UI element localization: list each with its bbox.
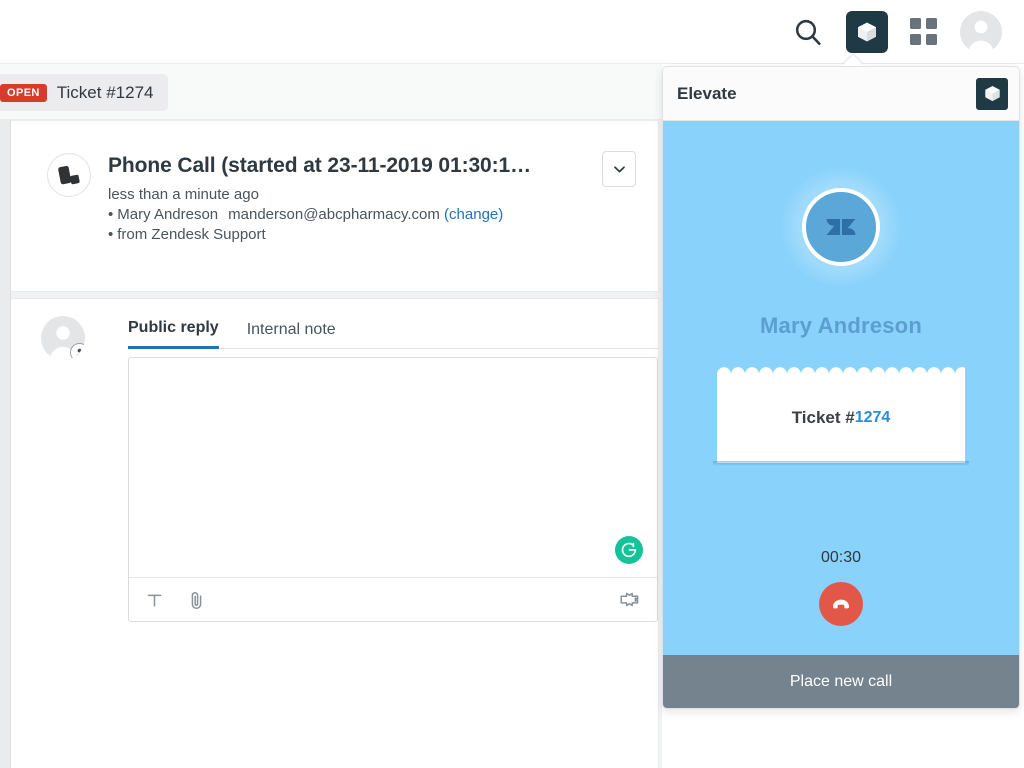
reply-tabs: Public reply Internal note [128, 319, 658, 349]
requester-name: Mary Andreson [117, 206, 219, 224]
ticket-card-label: Ticket # [791, 408, 855, 427]
chevron-down-icon[interactable] [602, 151, 636, 187]
grid-cell [926, 33, 937, 45]
grammarly-icon[interactable] [615, 536, 643, 564]
reply-editor[interactable] [128, 357, 658, 622]
grid-cell [926, 17, 937, 29]
app-root: OPEN Ticket #1274 Phone Call (started at… [0, 0, 1024, 768]
grid-apps-icon[interactable] [910, 17, 938, 46]
place-new-call-label: Place new call [789, 673, 893, 690]
caller-avatar-glow [779, 165, 903, 289]
left-sidebar-strip [0, 120, 11, 768]
channel-text: from Zendesk Support [117, 226, 266, 244]
main-content: Phone Call (started at 23-11-2019 01:30:… [11, 120, 662, 768]
agent-badge-icon [70, 343, 85, 360]
place-new-call-button[interactable]: Place new call [663, 655, 1019, 708]
user-avatar-icon[interactable] [960, 10, 1002, 53]
call-event-requester-line: • Mary Andreson manderson@abcpharmacy.com … [108, 206, 658, 223]
panel-header: Elevate [663, 67, 1019, 121]
call-event-body: Phone Call (started at 23-11-2019 01:30:… [108, 153, 658, 243]
caller-name: Mary Andreson [760, 313, 922, 338]
call-event-title: Phone Call (started at 23-11-2019 01:30:… [108, 154, 531, 177]
zendesk-logo-icon [802, 188, 880, 266]
grid-cell [910, 33, 921, 45]
paperclip-icon[interactable] [188, 591, 205, 610]
ticket-tab[interactable]: OPEN Ticket #1274 [0, 74, 168, 111]
tab-public-reply[interactable]: Public reply [128, 319, 219, 349]
text-format-icon[interactable] [146, 592, 163, 609]
ticket-tab-label: Ticket #1274 [56, 82, 154, 102]
editor-toolbar [129, 577, 657, 622]
bullet-glyph: • [108, 226, 114, 244]
ticket-card-wrap: Ticket #1274 [713, 365, 969, 466]
top-header-bar [0, 0, 1024, 64]
requester-email: manderson@abcpharmacy.com [228, 206, 440, 224]
ticket-card-number: 1274 [854, 409, 891, 426]
reply-text-area[interactable] [129, 358, 657, 577]
status-badge: OPEN [0, 83, 47, 102]
phone-call-icon [47, 153, 91, 197]
top-header-icons [792, 10, 1024, 53]
avatar [41, 316, 85, 360]
panel-caret [842, 55, 864, 66]
cube-icon[interactable] [846, 10, 888, 53]
call-event-card: Phone Call (started at 23-11-2019 01:30:… [11, 120, 659, 292]
panel-title: Elevate [677, 83, 737, 103]
call-event-row: Phone Call (started at 23-11-2019 01:30:… [11, 121, 658, 243]
elevate-panel: Elevate Mary Andreson Ticket # 1274 00:3… [662, 66, 1020, 709]
bullet-glyph: • [108, 206, 114, 224]
composer-card: Public reply Internal note [11, 298, 659, 768]
composer-avatar-wrap [41, 316, 85, 360]
panel-body: Mary Andreson Ticket #1274 00:30 [663, 121, 1019, 655]
call-event-channel-line: • from Zendesk Support [108, 226, 658, 243]
call-timer: 00:30 [820, 549, 862, 566]
search-icon[interactable] [792, 16, 824, 48]
tab-internal-note[interactable]: Internal note [247, 321, 336, 348]
ticket-card-shadow [713, 461, 969, 466]
change-requester-link[interactable]: (change) [444, 206, 503, 223]
grid-cell [910, 17, 921, 29]
hangup-phone-icon[interactable] [819, 582, 863, 626]
call-event-timestamp: less than a minute ago [108, 186, 259, 204]
ticket-card[interactable]: Ticket #1274 [717, 373, 965, 463]
apps-puzzle-icon[interactable] [619, 591, 640, 609]
ticket-tab-strip: OPEN Ticket #1274 [0, 64, 662, 120]
cube-icon[interactable] [976, 77, 1008, 110]
